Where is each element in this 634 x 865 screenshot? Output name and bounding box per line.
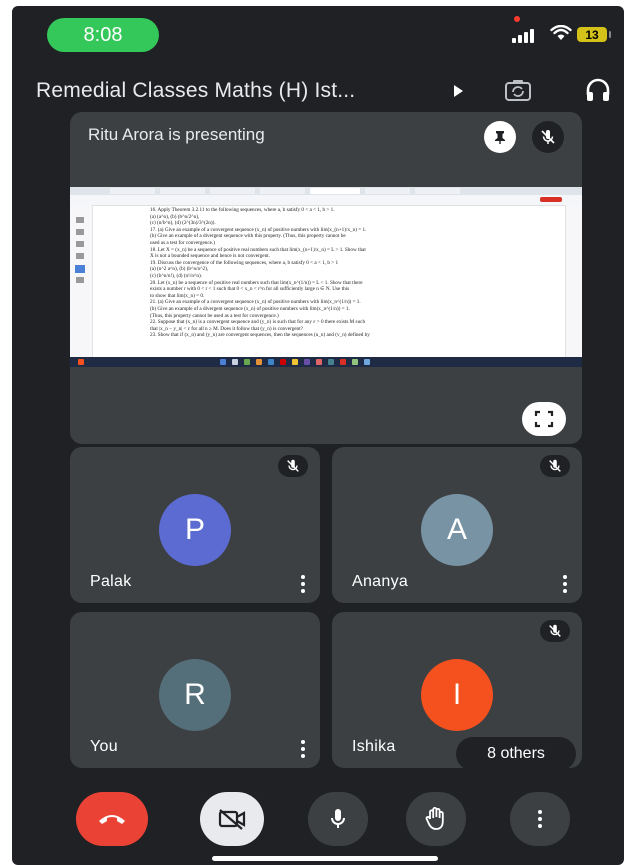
mic-off-icon	[540, 620, 570, 642]
pdf-text-line: 23. Show that if (x_n) and (y_n) are con…	[150, 332, 370, 339]
cellular-signal-icon	[512, 29, 534, 43]
avatar: I	[421, 659, 493, 731]
participant-name: Ishika	[352, 738, 396, 755]
participant-tile-you[interactable]: R You	[70, 612, 320, 768]
pin-icon[interactable]	[484, 121, 516, 153]
pdf-text-line: used as a test for convergence.)	[150, 239, 216, 246]
play-arrow-icon[interactable]	[452, 84, 464, 98]
more-vert-icon[interactable]	[300, 740, 306, 758]
meeting-title[interactable]: Remedial Classes Maths (H) Ist...	[36, 79, 355, 103]
raise-hand-button[interactable]	[406, 792, 466, 846]
pdf-left-toolbar	[70, 205, 93, 357]
camera-off-button[interactable]	[200, 792, 264, 846]
pdf-text-line: (c) (b^n/n!), (d) (n!/n^n).	[150, 272, 202, 279]
avatar: P	[159, 494, 231, 566]
more-options-button[interactable]	[510, 792, 570, 846]
recording-dot	[514, 16, 520, 22]
battery-indicator: 13	[577, 27, 611, 42]
more-vert-icon[interactable]	[300, 575, 306, 593]
pdf-toolbar	[70, 195, 582, 206]
status-time: 8:08	[47, 18, 159, 52]
pdf-text-line: (a) (n^2 a^n), (b) (b^n/n^2),	[150, 266, 209, 273]
participant-name: You	[90, 738, 118, 755]
pdf-text-line: (b) Give an example of a divergent seque…	[150, 233, 346, 240]
meet-app: 8:08 13 Remedial Classes Maths (H) Ist..…	[12, 6, 624, 865]
wifi-icon	[550, 25, 572, 40]
more-vert-icon	[537, 810, 543, 828]
pdf-text-line: X is not a bounded sequence and hence is…	[150, 253, 270, 260]
pdf-text-line: 17. (a) Give an example of a convergent …	[150, 226, 367, 233]
pdf-text-line: (c) (n/b^n), (d) (2^(3n)/3^(2n)).	[150, 220, 216, 227]
pdf-text-line: 16. Apply Theorem 3.2.11 to the followin…	[150, 207, 335, 213]
pdf-text-line: 18. Let X = (x_n) be a sequence of posit…	[150, 246, 366, 253]
others-count-button[interactable]: 8 others	[456, 737, 576, 771]
participant-tile-palak[interactable]: P Palak	[70, 447, 320, 603]
raise-hand-icon	[425, 807, 444, 830]
pdf-text-line: (a) (a^n), (b) (b^n/2^n),	[150, 213, 200, 220]
presentation-tile[interactable]: Ritu Arora is presenting 16. Apply Theor…	[70, 112, 582, 444]
headphones-icon[interactable]	[584, 77, 612, 103]
mic-off-icon	[278, 455, 308, 477]
pdf-text-line: 22. Suppose that (x_n) is a convergent s…	[150, 319, 366, 326]
mic-icon	[331, 809, 345, 828]
windows-taskbar	[70, 357, 582, 367]
pdf-text-line: that |x_n − y_n| < ε for all n ≥ M. Does…	[150, 325, 303, 332]
avatar: R	[159, 659, 231, 731]
avatar: A	[421, 494, 493, 566]
pdf-right-toolbar	[565, 205, 582, 357]
fullscreen-icon[interactable]	[522, 402, 566, 436]
pdf-text-line: 19. Discuss the convergence of the follo…	[150, 259, 339, 266]
pdf-text-line: (b) Give an example of a divergent seque…	[150, 305, 350, 312]
participant-name: Palak	[90, 573, 132, 590]
pdf-text-line: 21. (a) Give an example of a convergent …	[150, 299, 361, 306]
flip-camera-icon[interactable]	[504, 78, 532, 102]
participant-tile-ananya[interactable]: A Ananya	[332, 447, 582, 603]
pdf-text-line: (Thus, this property cannot be used as a…	[150, 312, 279, 319]
pdf-text-line: to show that lim(x_n) = 0.	[150, 292, 205, 299]
end-call-icon	[99, 815, 125, 824]
pdf-text-line: 20. Let (x_n) be a sequence of positive …	[150, 279, 363, 286]
more-vert-icon[interactable]	[562, 575, 568, 593]
end-call-button[interactable]	[76, 792, 148, 846]
home-indicator[interactable]	[212, 856, 438, 861]
browser-tab-strip	[70, 187, 582, 195]
mic-off-icon	[540, 455, 570, 477]
shared-screen: 16. Apply Theorem 3.2.11 to the followin…	[70, 187, 582, 367]
presenter-label: Ritu Arora is presenting	[88, 125, 265, 144]
camera-off-icon	[218, 809, 246, 830]
mic-off-icon	[532, 121, 564, 153]
pdf-page: 16. Apply Theorem 3.2.11 to the followin…	[150, 207, 522, 357]
pdf-text-line: exists a number r with 0 < r < 1 such th…	[150, 286, 350, 293]
mic-button[interactable]	[308, 792, 368, 846]
participant-name: Ananya	[352, 573, 409, 590]
